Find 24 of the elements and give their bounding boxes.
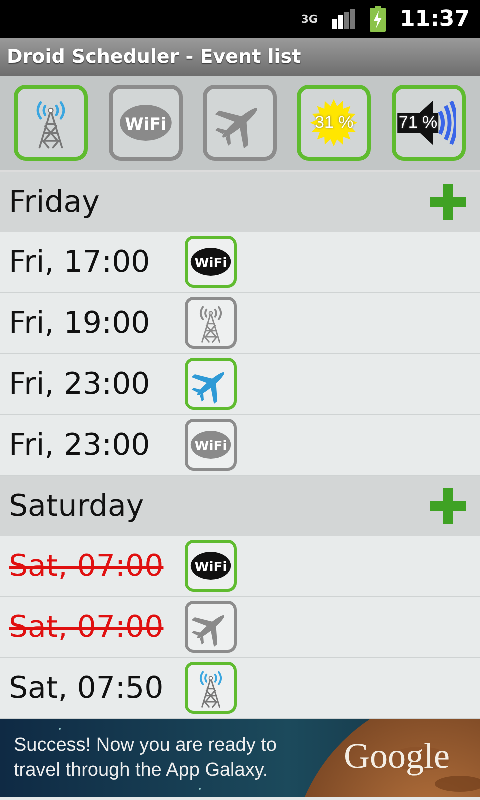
ad-text[interactable]: Success! Now you are ready to travel through the App Galaxy.	[14, 733, 314, 783]
signal-icon	[332, 9, 356, 29]
add-icon	[430, 184, 466, 220]
network-type-label: 3G	[301, 14, 318, 24]
event-time: Sat, 07:00	[8, 548, 165, 584]
add-button[interactable]	[430, 184, 466, 220]
day-label: Saturday	[9, 488, 144, 524]
toggle-button[interactable]: 71 %	[392, 85, 466, 161]
toggle-button[interactable]	[14, 85, 88, 161]
clock: 11:37	[400, 6, 470, 32]
event-time: Fri, 23:00	[8, 366, 152, 402]
event-time: Sat, 07:00	[8, 610, 165, 644]
event-time: Fri, 23:00	[8, 428, 152, 462]
toggle-button[interactable]	[202, 85, 277, 161]
add-icon	[430, 488, 466, 524]
percent-label: 71 %	[398, 113, 439, 133]
battery-charging-icon	[370, 6, 386, 32]
add-button[interactable]	[430, 488, 466, 524]
day-label: Friday	[9, 184, 100, 220]
window-title: Droid Scheduler - Event list	[0, 38, 480, 76]
event-time: Fri, 19:00	[8, 306, 152, 340]
event-time: Fri, 17:00	[8, 244, 152, 280]
percent-label: 31 %	[315, 113, 354, 133]
event-time: Sat, 07:50	[8, 670, 165, 706]
